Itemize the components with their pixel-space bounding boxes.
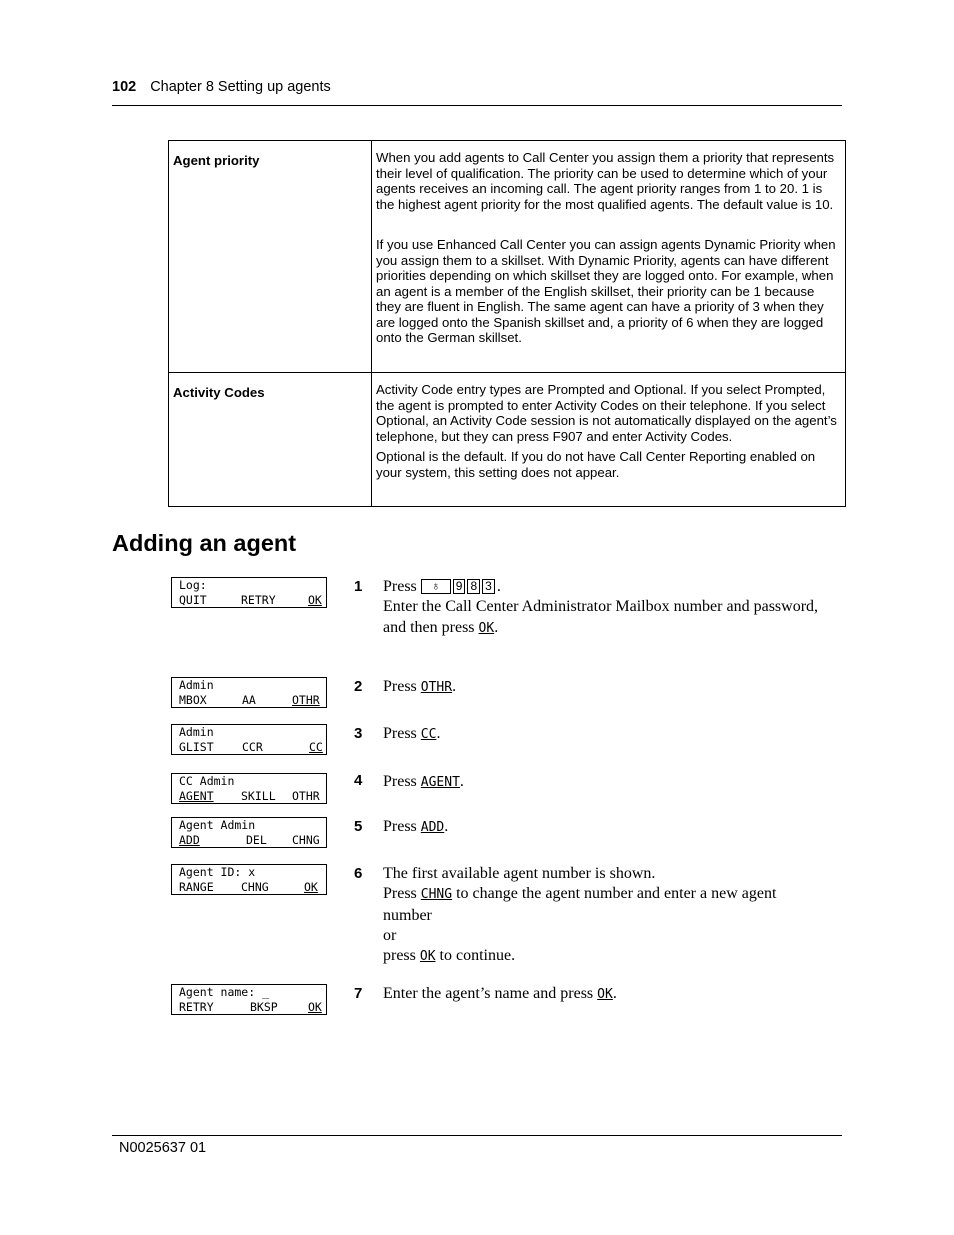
lcd-line: Admin [179,725,214,739]
softkey-range[interactable]: RANGE [179,880,214,895]
feature-key-icon: ♁ [420,579,451,594]
dial-key: 9 [452,579,466,594]
paragraph: Optional is the default. If you do not h… [376,449,816,480]
softkey-del[interactable]: DEL [246,833,267,848]
softkey-retry[interactable]: RETRY [179,1000,214,1015]
softkey-reference: OK [478,620,495,636]
step-text: Press OTHR. [383,677,823,698]
step-text: Press CC. [383,724,823,745]
step-text: Press ♁ 9 8 3. Enter the Call Center Admini… [383,577,823,639]
description-cell: When you add agents to Call Center you a… [371,140,846,373]
section-title: Adding an agent [112,530,297,556]
step-label: Press [383,725,417,742]
softkey-ok[interactable]: OK [308,1000,322,1015]
punctuation: . [459,773,464,790]
lcd-display: Agent ID: x RANGE CHNG OK [171,864,327,895]
softkey-chng[interactable]: CHNG [292,833,320,848]
softkey-reference: OK [419,949,436,965]
term-agent-priority: Agent priority [168,140,372,373]
step-label: Press [383,818,417,835]
softkey-retry[interactable]: RETRY [241,593,276,608]
table-row: Agent priority When you add agents to Ca… [168,140,846,373]
softkey-ok[interactable]: OK [304,880,318,895]
lcd-line: Admin [179,678,214,692]
lcd-display: Agent Admin ADD DEL CHNG [171,817,327,848]
step-text: Press AGENT. [383,772,823,793]
lcd-display: Log: QUIT RETRY OK [171,577,327,608]
softkey-reference: AGENT [420,775,460,790]
softkey-aa[interactable]: AA [242,693,256,708]
lcd-display: Agent name: _ RETRY BKSP OK [171,984,327,1015]
dial-key: 8 [467,579,481,594]
step-label: Press [383,578,417,595]
page-number: 102 [112,79,137,95]
step-instruction: The first available agent number is show… [383,865,656,882]
softkey-agent[interactable]: AGENT [179,789,214,804]
lcd-line: Agent ID: x [179,865,256,879]
step-number: 3 [354,725,363,742]
step-instruction: and then press [383,618,475,636]
softkey-cc[interactable]: CC [309,740,323,755]
softkey-reference: OTHR [420,680,453,695]
paragraph: When you add agents to Call Center you a… [376,150,835,212]
punctuation: . [496,578,501,595]
step-number: 7 [354,985,363,1002]
softkey-ccr[interactable]: CCR [242,740,263,755]
softkey-ok[interactable]: OK [308,593,322,608]
lcd-line: Log: [179,578,207,592]
lcd-line: Agent Admin [179,818,256,832]
softkey-chng[interactable]: CHNG [241,880,269,895]
softkey-add[interactable]: ADD [179,833,200,848]
lcd-display: Admin GLIST CCR CC [171,724,327,755]
document-number: N0025637 01 [119,1140,207,1156]
page-header: 102 Chapter 8 Setting up agents [112,79,842,106]
softkey-othr[interactable]: OTHR [292,789,320,804]
punctuation: . [494,618,499,636]
punctuation: . [436,725,441,742]
term-activity-codes: Activity Codes [168,372,372,507]
lcd-display: CC Admin AGENT SKILL OTHR [171,773,327,804]
lcd-display: Admin MBOX AA OTHR [171,677,327,708]
softkey-mbox[interactable]: MBOX [179,693,207,708]
step-text: Press ADD. [383,817,823,838]
lcd-line: Agent name: _ [179,985,270,999]
step-instruction: Enter the agent’s name and press [383,985,594,1002]
paragraph: If you use Enhanced Call Center you can … [376,237,836,345]
softkey-bksp[interactable]: BKSP [250,1000,278,1015]
step-number: 2 [354,678,363,695]
lcd-line: CC Admin [179,774,235,788]
step-label: Press [383,678,417,695]
step-number: 1 [354,578,363,595]
softkey-skill[interactable]: SKILL [241,789,276,804]
softkey-reference: CC [420,727,437,742]
punctuation: . [444,818,449,835]
punctuation: . [452,678,457,695]
step-label: Press [383,885,417,903]
settings-table: Agent priority When you add agents to Ca… [168,140,846,507]
step-instruction: Enter the Call Center Administrator Mail… [383,598,819,616]
softkey-reference: CHNG [420,887,453,903]
step-text: The first available agent number is show… [383,864,823,967]
softkey-glist[interactable]: GLIST [179,740,214,755]
step-number: 4 [354,772,363,789]
step-number: 6 [354,865,363,882]
step-instruction: to continue. [439,947,516,965]
dial-key: 3 [482,579,495,594]
step-label: Press [383,773,417,790]
paragraph: Activity Code entry types are Prompted a… [376,382,837,444]
chapter-title: Chapter 8 Setting up agents [150,79,331,95]
step-number: 5 [354,818,363,835]
page-footer: N0025637 01 [112,1135,842,1156]
softkey-reference: ADD [420,820,445,835]
table-row: Activity Codes Activity Code entry types… [168,372,846,507]
punctuation: . [612,985,617,1002]
step-text: Enter the agent’s name and press OK. [383,984,823,1005]
step-label: press [383,947,416,965]
softkey-quit[interactable]: QUIT [179,593,207,608]
description-cell: Activity Code entry types are Prompted a… [371,372,846,507]
softkey-othr[interactable]: OTHR [292,693,320,708]
softkey-reference: OK [597,987,613,1002]
step-instruction: or [383,926,397,944]
